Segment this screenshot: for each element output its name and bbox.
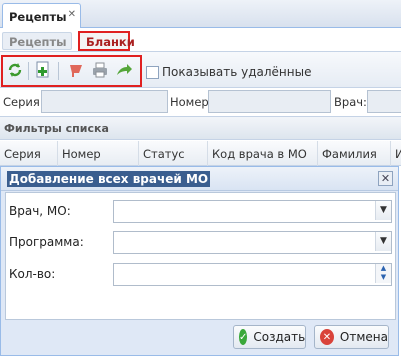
column-number[interactable]: Номер [58,141,139,166]
chevron-down-icon[interactable]: ▼ [375,201,391,220]
show-deleted-label: Показывать удалённые [162,65,312,79]
chevron-down-icon[interactable]: ▼ [375,232,391,251]
column-series[interactable]: Серия [0,141,58,166]
series-label: Серия: [3,95,44,109]
number-input[interactable] [208,90,331,113]
close-icon[interactable]: ✕ [378,171,393,186]
number-label: Номер: [170,95,213,109]
column-doctor-code[interactable]: Код врача в МО [208,141,318,166]
cancel-button[interactable]: ✕ Отмена [314,325,389,349]
tab-recipes-window[interactable]: Рецепты ✕ [2,3,81,28]
column-name[interactable]: И [391,141,401,166]
toolbar-separator [58,62,59,80]
doctor-label: Врач: [334,95,367,109]
dialog-title: Добавление всех врачей МО [7,171,211,187]
toolbar-separator [28,62,29,80]
forward-icon[interactable] [114,60,134,80]
create-button-label: Создать [253,330,306,344]
tab-recipes-window-label: Рецепты [9,10,67,24]
tab-blanks[interactable]: Бланки [78,31,135,51]
cancel-icon: ✕ [320,329,334,345]
program-combo[interactable]: ▼ [113,231,392,254]
show-deleted-checkbox[interactable] [146,66,159,79]
check-icon: ✓ [239,329,248,345]
tab-recipes[interactable]: Рецепты [2,32,72,50]
spinner-arrows-icon[interactable]: ▲ ▼ [375,264,391,283]
quantity-label: Кол-во: [9,267,56,281]
close-icon[interactable]: ✕ [68,9,76,20]
doctor-mo-combo[interactable]: ▼ [113,200,392,223]
list-filters-header[interactable]: Фильтры списка [0,116,401,140]
program-label: Программа: [9,235,84,249]
print-icon[interactable] [90,60,110,80]
quantity-stepper[interactable]: ▲ ▼ [113,263,392,286]
create-button[interactable]: ✓ Создать [233,325,306,349]
doctor-mo-label: Врач, МО: [9,204,71,218]
add-icon[interactable] [33,60,53,80]
column-status[interactable]: Статус [139,141,208,166]
cancel-button-label: Отмена [339,330,388,344]
doctor-input[interactable] [367,90,401,113]
delete-icon[interactable] [66,60,86,80]
refresh-icon[interactable] [5,60,25,80]
column-surname[interactable]: Фамилия [318,141,391,166]
series-input[interactable] [41,90,168,113]
